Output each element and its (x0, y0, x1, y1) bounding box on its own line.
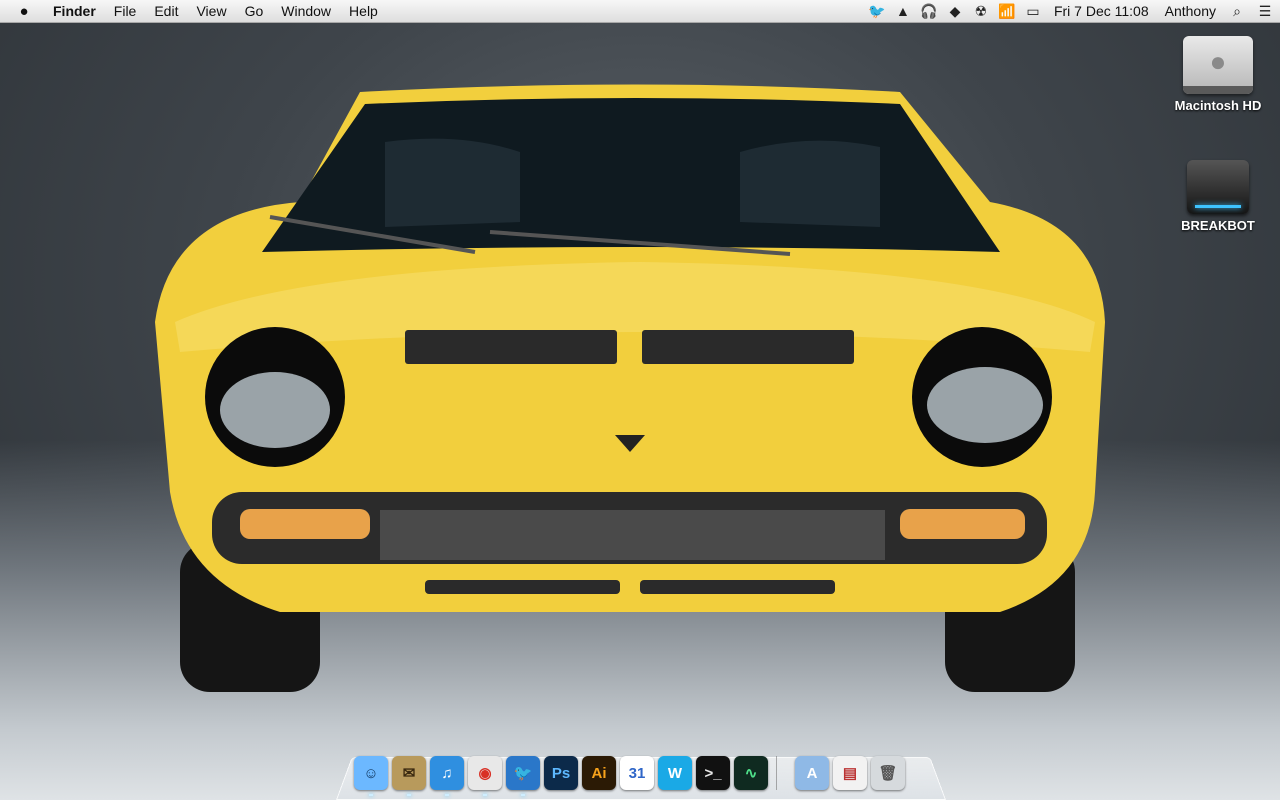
finder-icon[interactable]: ☺ (354, 756, 388, 790)
menu-view[interactable]: View (187, 0, 235, 22)
menu-file[interactable]: File (105, 0, 146, 22)
desktop-icon-breakbot[interactable]: BREAKBOT (1163, 160, 1273, 233)
hard-drive-icon: ● (1183, 36, 1253, 94)
running-indicator (407, 794, 411, 796)
menu-help[interactable]: Help (340, 0, 387, 22)
photoshop-icon[interactable]: Ps (544, 756, 578, 790)
external-drive-icon (1187, 160, 1249, 214)
notification-center-icon[interactable]: ☰ (1250, 0, 1280, 22)
apple-menu-icon[interactable]: ● (14, 3, 34, 20)
illustrator-icon[interactable]: Ai (582, 756, 616, 790)
trash-icon[interactable]: 🗑 (871, 756, 905, 790)
twitter-icon[interactable]: 🐦 (864, 0, 890, 22)
chrome-icon[interactable]: ◉ (468, 756, 502, 790)
desktop-wallpaper (155, 84, 1105, 692)
applications-folder-icon[interactable]: A (795, 756, 829, 790)
google-drive-icon[interactable]: ▲ (890, 0, 916, 22)
desktop-icon-macintosh-hd[interactable]: ● Macintosh HD (1163, 36, 1273, 113)
spotlight-search-icon[interactable]: ⌕ (1224, 0, 1250, 22)
activity-monitor-icon[interactable]: ∿ (734, 756, 768, 790)
terminal-icon[interactable]: >_ (696, 756, 730, 790)
battery-icon[interactable]: ▭ (1020, 0, 1046, 22)
dropbox-icon[interactable]: ◆ (942, 0, 968, 22)
dock-separator (776, 756, 787, 790)
desktop-icon-label: Macintosh HD (1174, 98, 1262, 113)
desktop-icon-label: BREAKBOT (1181, 218, 1255, 233)
menu-app-finder[interactable]: Finder (44, 0, 105, 22)
running-indicator (369, 794, 373, 796)
menu-edit[interactable]: Edit (145, 0, 187, 22)
menubar-username[interactable]: Anthony (1157, 0, 1224, 22)
dock: ☺ ✉ ♫ ◉ 🐦 Ps Ai 31 W >_ ∿ A ▤ 🗑 (352, 750, 907, 790)
menu-window[interactable]: Window (272, 0, 340, 22)
menu-bar: ● Finder File Edit View Go Window Help 🐦… (0, 0, 1280, 23)
headphones-icon[interactable]: 🎧 (916, 0, 942, 22)
itunes-icon[interactable]: ♫ (430, 756, 464, 790)
menubar-clock[interactable]: Fri 7 Dec 11:08 (1046, 0, 1157, 22)
tweetbot-icon[interactable]: 🐦 (506, 756, 540, 790)
running-indicator (445, 794, 449, 796)
running-indicator (483, 794, 487, 796)
word-icon[interactable]: W (658, 756, 692, 790)
calendar-icon[interactable]: 31 (620, 756, 654, 790)
downloads-stack-icon[interactable]: ▤ (833, 756, 867, 790)
menu-go[interactable]: Go (236, 0, 273, 22)
wifi-icon[interactable]: 📶 (994, 0, 1020, 22)
running-indicator (521, 794, 525, 796)
radiation-icon[interactable]: ☢ (968, 0, 994, 22)
mail-stamp-icon[interactable]: ✉ (392, 756, 426, 790)
